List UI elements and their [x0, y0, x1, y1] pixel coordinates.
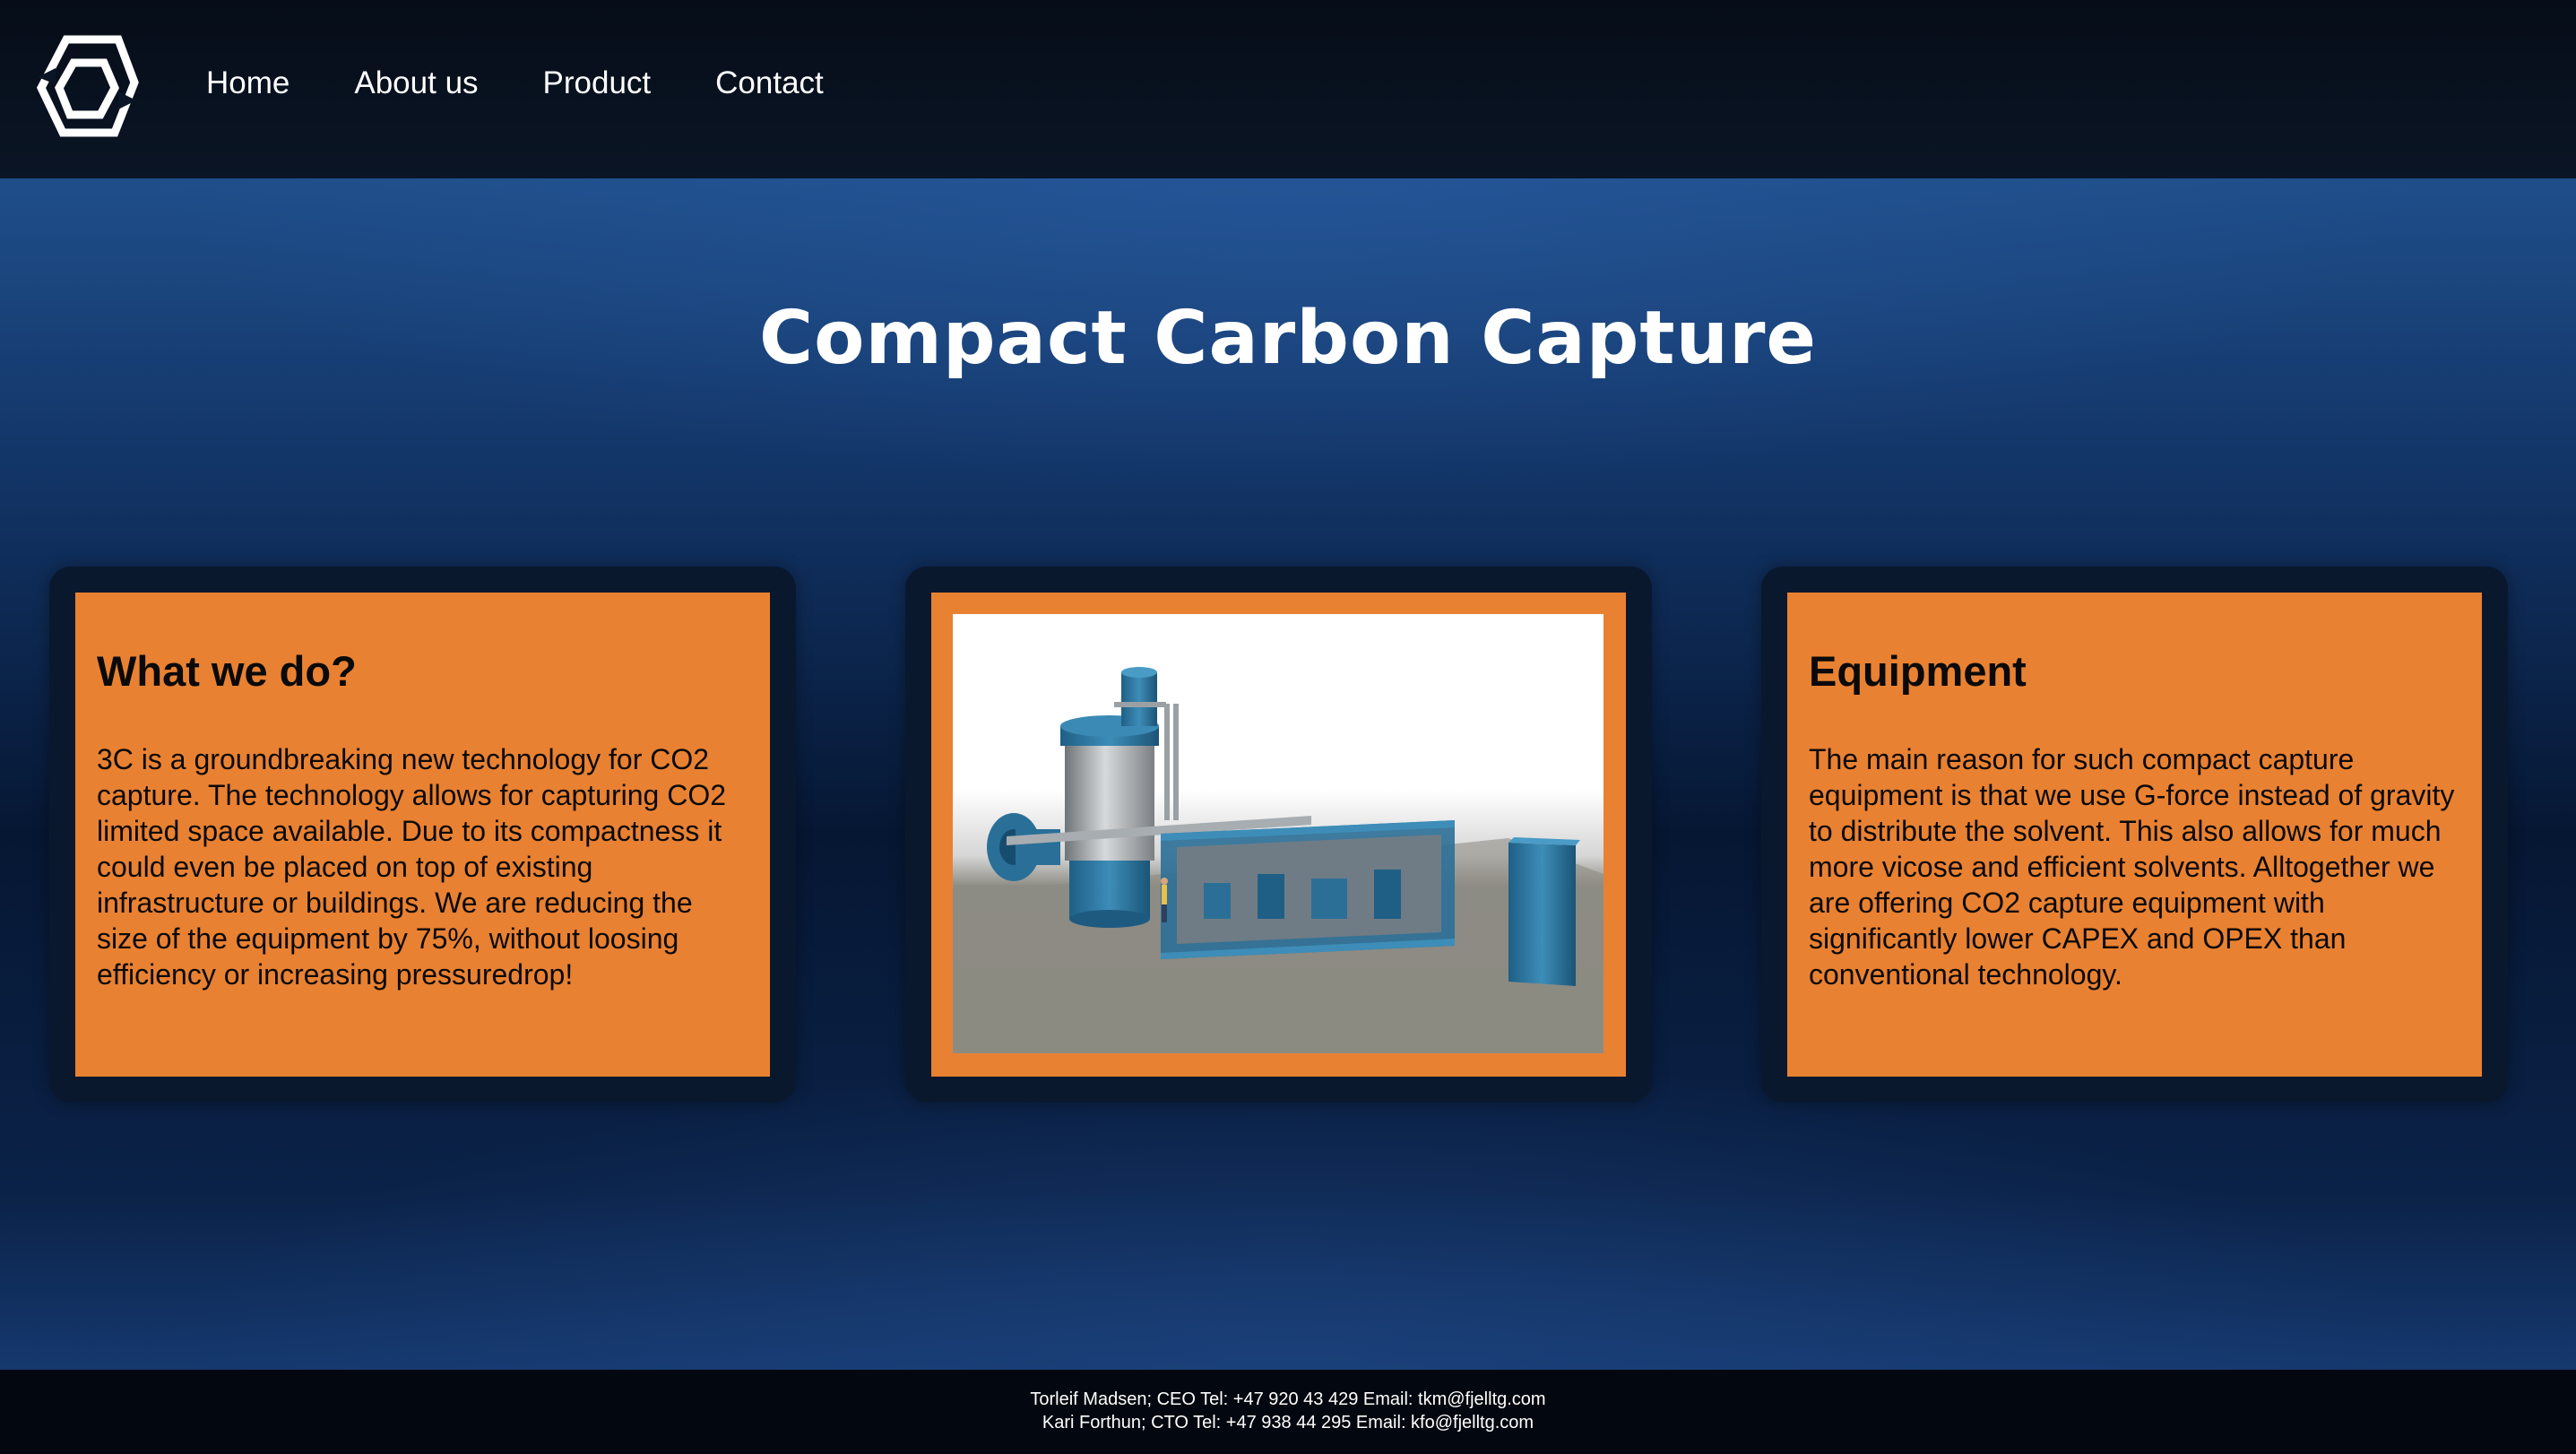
footer-cto-contact: Kari Forthun; CTO Tel: +47 938 44 295 Em… — [1042, 1413, 1534, 1432]
card-what-we-do: What we do? 3C is a groundbreaking new t… — [49, 567, 796, 1103]
card-what-we-do-text: 3C is a groundbreaking new technology fo… — [97, 743, 727, 991]
card-equipment-text: The main reason for such compact capture… — [1809, 743, 2455, 991]
nav-home-link[interactable]: Home — [206, 65, 290, 101]
hexagon-logo-icon[interactable] — [29, 32, 140, 143]
contact-footer: Torleif Madsen; CEO Tel: +47 920 43 429 … — [0, 1370, 2576, 1454]
card-what-we-do-body: What we do? 3C is a groundbreaking new t… — [75, 593, 770, 1077]
card-image-body — [931, 593, 1626, 1077]
nav-contact-link[interactable]: Contact — [715, 65, 824, 101]
card-equipment-heading: Equipment — [1809, 647, 2027, 695]
page-title: Compact Carbon Capture — [758, 296, 1818, 381]
plant-illustration — [953, 667, 1604, 1053]
card-what-we-do-heading: What we do? — [97, 647, 357, 695]
footer-ceo-contact: Torleif Madsen; CEO Tel: +47 920 43 429 … — [1030, 1389, 1546, 1409]
nav-about-link[interactable]: About us — [354, 65, 478, 101]
nav-product-link[interactable]: Product — [543, 65, 652, 101]
card-equipment: Equipment The main reason for such compa… — [1761, 567, 2508, 1103]
top-navbar: Home About us Product Contact — [0, 0, 2576, 178]
card-equipment-body: Equipment The main reason for such compa… — [1787, 593, 2482, 1077]
card-image — [905, 567, 1652, 1103]
carbon-capture-plant-image — [953, 614, 1604, 1053]
main-nav: Home About us Product Contact — [206, 0, 824, 166]
